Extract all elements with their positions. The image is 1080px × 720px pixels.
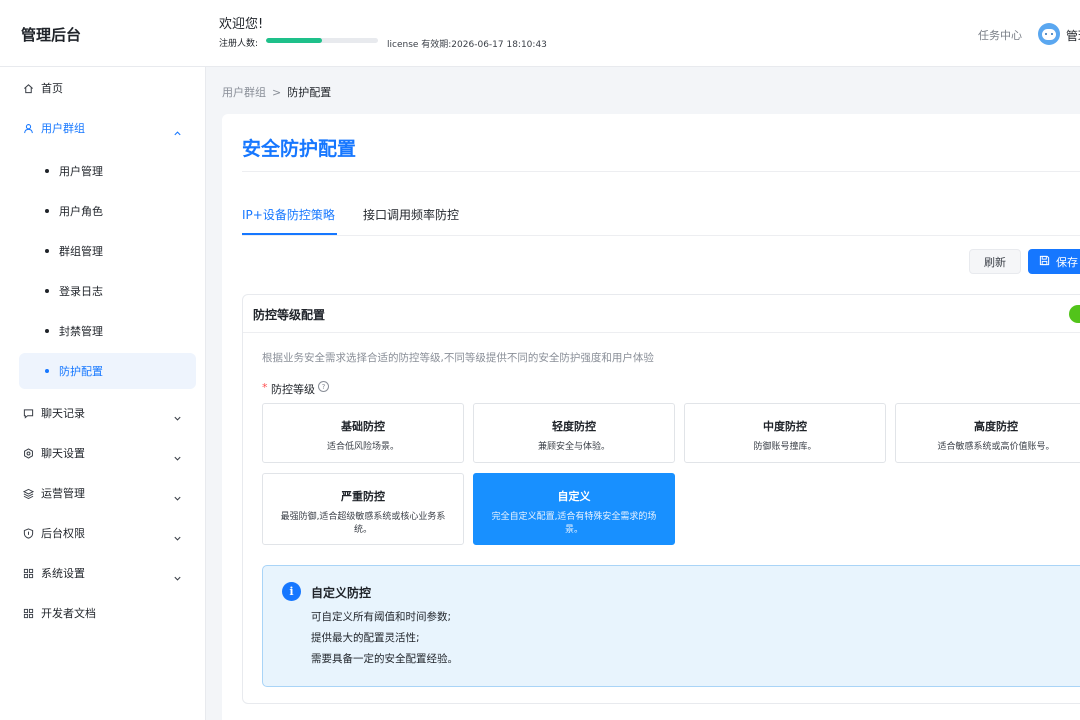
level-name: 高度防控 [974, 420, 1018, 433]
app-title: 管理后台 [21, 26, 82, 44]
tab-api-rate-limit[interactable]: 接口调用频率防控 [363, 206, 459, 223]
grid-icon [22, 568, 34, 579]
level-desc: 完全自定义配置,适合有特殊安全需求的场景。 [491, 512, 657, 535]
sidebar-item-home[interactable]: 首页 [12, 74, 194, 102]
level-card-high[interactable]: 高度防控 适合敏感系统或高价值账号。 [895, 403, 1080, 463]
chevron-down-icon [173, 488, 182, 507]
help-icon[interactable]: ? [318, 381, 329, 392]
level-desc: 适合敏感系统或高价值账号。 [937, 442, 1055, 452]
user-name[interactable]: 管理 [1066, 27, 1080, 44]
level-name: 中度防控 [763, 420, 807, 433]
registered-progress-fill [266, 38, 322, 43]
sidebar-item-developer-docs[interactable]: 开发者文档 [12, 599, 194, 627]
sidebar-item-label: 首页 [41, 82, 63, 95]
info-line: 需要具备一定的安全配置经验。 [311, 653, 458, 665]
save-button[interactable]: 保存 [1028, 249, 1080, 274]
avatar[interactable] [1038, 23, 1060, 45]
title-divider [242, 171, 1080, 172]
sidebar-item-label: 聊天设置 [41, 447, 85, 460]
info-title: 自定义防控 [311, 586, 372, 600]
level-name: 基础防控 [341, 420, 385, 433]
sidebar-subitem-group-management[interactable]: 群组管理 [19, 233, 196, 269]
level-card-medium[interactable]: 中度防控 防御账号撞库。 [684, 403, 886, 463]
breadcrumb-current: 防护配置 [287, 86, 332, 99]
sidebar-item-admin-permissions[interactable]: 后台权限 [12, 519, 194, 547]
breadcrumb: 用户群组 > 防护配置 [222, 84, 331, 100]
level-desc: 最强防御,适合超级敏感系统或核心业务系统。 [280, 512, 446, 535]
chevron-down-icon [173, 568, 182, 587]
level-card-light[interactable]: 轻度防控 兼顾安全与体验。 [473, 403, 675, 463]
layers-icon [22, 488, 34, 499]
info-icon: i [282, 582, 301, 601]
level-desc: 适合低风险场景。 [326, 442, 399, 452]
tabs-divider [242, 235, 1080, 236]
license-expiry: license 有效期:2026-06-17 18:10:43 [387, 40, 547, 50]
sidebar-item-chat-settings[interactable]: 聊天设置 [12, 439, 194, 467]
level-name: 轻度防控 [552, 420, 596, 433]
top-header: 管理后台 欢迎您! 注册人数: license 有效期:2026-06-17 1… [0, 0, 1080, 67]
chevron-down-icon [173, 448, 182, 467]
welcome-text: 欢迎您! [219, 17, 264, 32]
task-center-link[interactable]: 任务中心 [978, 27, 1022, 43]
breadcrumb-parent[interactable]: 用户群组 [222, 86, 266, 99]
level-desc: 防御账号撞库。 [753, 442, 817, 452]
sidebar-item-label: 聊天记录 [41, 407, 85, 420]
level-name: 自定义 [557, 490, 591, 503]
home-icon [22, 83, 34, 94]
custom-level-info-box [262, 565, 1080, 687]
status-badge [1069, 305, 1080, 323]
chevron-up-icon [173, 123, 182, 142]
sidebar-subitem-label: 封禁管理 [59, 325, 103, 338]
required-mark: * [262, 381, 268, 394]
sidebar-subitem-user-management[interactable]: 用户管理 [19, 153, 196, 189]
level-card-severe[interactable]: 严重防控 最强防御,适合超级敏感系统或核心业务系统。 [262, 473, 464, 545]
shield-icon [22, 527, 34, 539]
sidebar-item-label: 用户群组 [41, 122, 85, 135]
sidebar-item-label: 系统设置 [41, 567, 85, 580]
settings-icon [22, 447, 34, 459]
tab-ip-device-strategy[interactable]: IP+设备防控策略 [242, 206, 335, 223]
info-line: 提供最大的配置灵活性; [311, 632, 420, 644]
level-card-basic[interactable]: 基础防控 适合低风险场景。 [262, 403, 464, 463]
grid-icon [22, 608, 34, 619]
sidebar-subitem-login-log[interactable]: 登录日志 [19, 273, 196, 309]
sidebar-subitem-label: 用户角色 [59, 205, 103, 218]
sidebar-subitem-label: 群组管理 [59, 245, 103, 258]
sidebar-subitem-ban-management[interactable]: 封禁管理 [19, 313, 196, 349]
sidebar-subitem-protection-config[interactable]: 防护配置 [19, 353, 196, 389]
sidebar-item-label: 开发者文档 [41, 607, 96, 620]
panel-title: 防控等级配置 [253, 308, 326, 322]
level-name: 严重防控 [341, 490, 385, 503]
sidebar-subitem-label: 用户管理 [59, 165, 103, 178]
chevron-down-icon [173, 528, 182, 547]
level-desc: 兼顾安全与体验。 [537, 442, 610, 452]
sidebar-subitem-user-roles[interactable]: 用户角色 [19, 193, 196, 229]
info-line: 可自定义所有阈值和时间参数; [311, 611, 452, 623]
sidebar-item-system-settings[interactable]: 系统设置 [12, 559, 194, 587]
sidebar-item-chat-records[interactable]: 聊天记录 [12, 399, 194, 427]
registered-label: 注册人数: [219, 39, 259, 49]
robot-face-icon [1042, 29, 1056, 40]
panel-header-divider [243, 332, 1080, 333]
panel-description: 根据业务安全需求选择合适的防控等级,不同等级提供不同的安全防护强度和用户体验 [262, 352, 654, 364]
sidebar-item-operations[interactable]: 运营管理 [12, 479, 194, 507]
sidebar-item-label: 后台权限 [41, 527, 85, 540]
save-button-label: 保存 [1056, 255, 1078, 269]
active-tab-underline [242, 233, 337, 235]
user-icon [22, 123, 34, 134]
sidebar-subitem-label: 登录日志 [59, 285, 103, 298]
level-field-label: 防控等级 [271, 383, 315, 396]
registered-progress-bar [266, 38, 378, 43]
breadcrumb-separator: > [272, 86, 282, 99]
level-card-custom[interactable]: 自定义 完全自定义配置,适合有特殊安全需求的场景。 [473, 473, 675, 545]
sidebar-subitem-label: 防护配置 [59, 365, 103, 378]
save-icon [1039, 255, 1050, 269]
chevron-down-icon [173, 408, 182, 427]
refresh-button[interactable]: 刷新 [969, 249, 1021, 274]
page-title: 安全防护配置 [242, 138, 357, 160]
sidebar-item-user-group[interactable]: 用户群组 [12, 114, 194, 142]
sidebar-item-label: 运营管理 [41, 487, 85, 500]
chat-icon [22, 408, 34, 419]
